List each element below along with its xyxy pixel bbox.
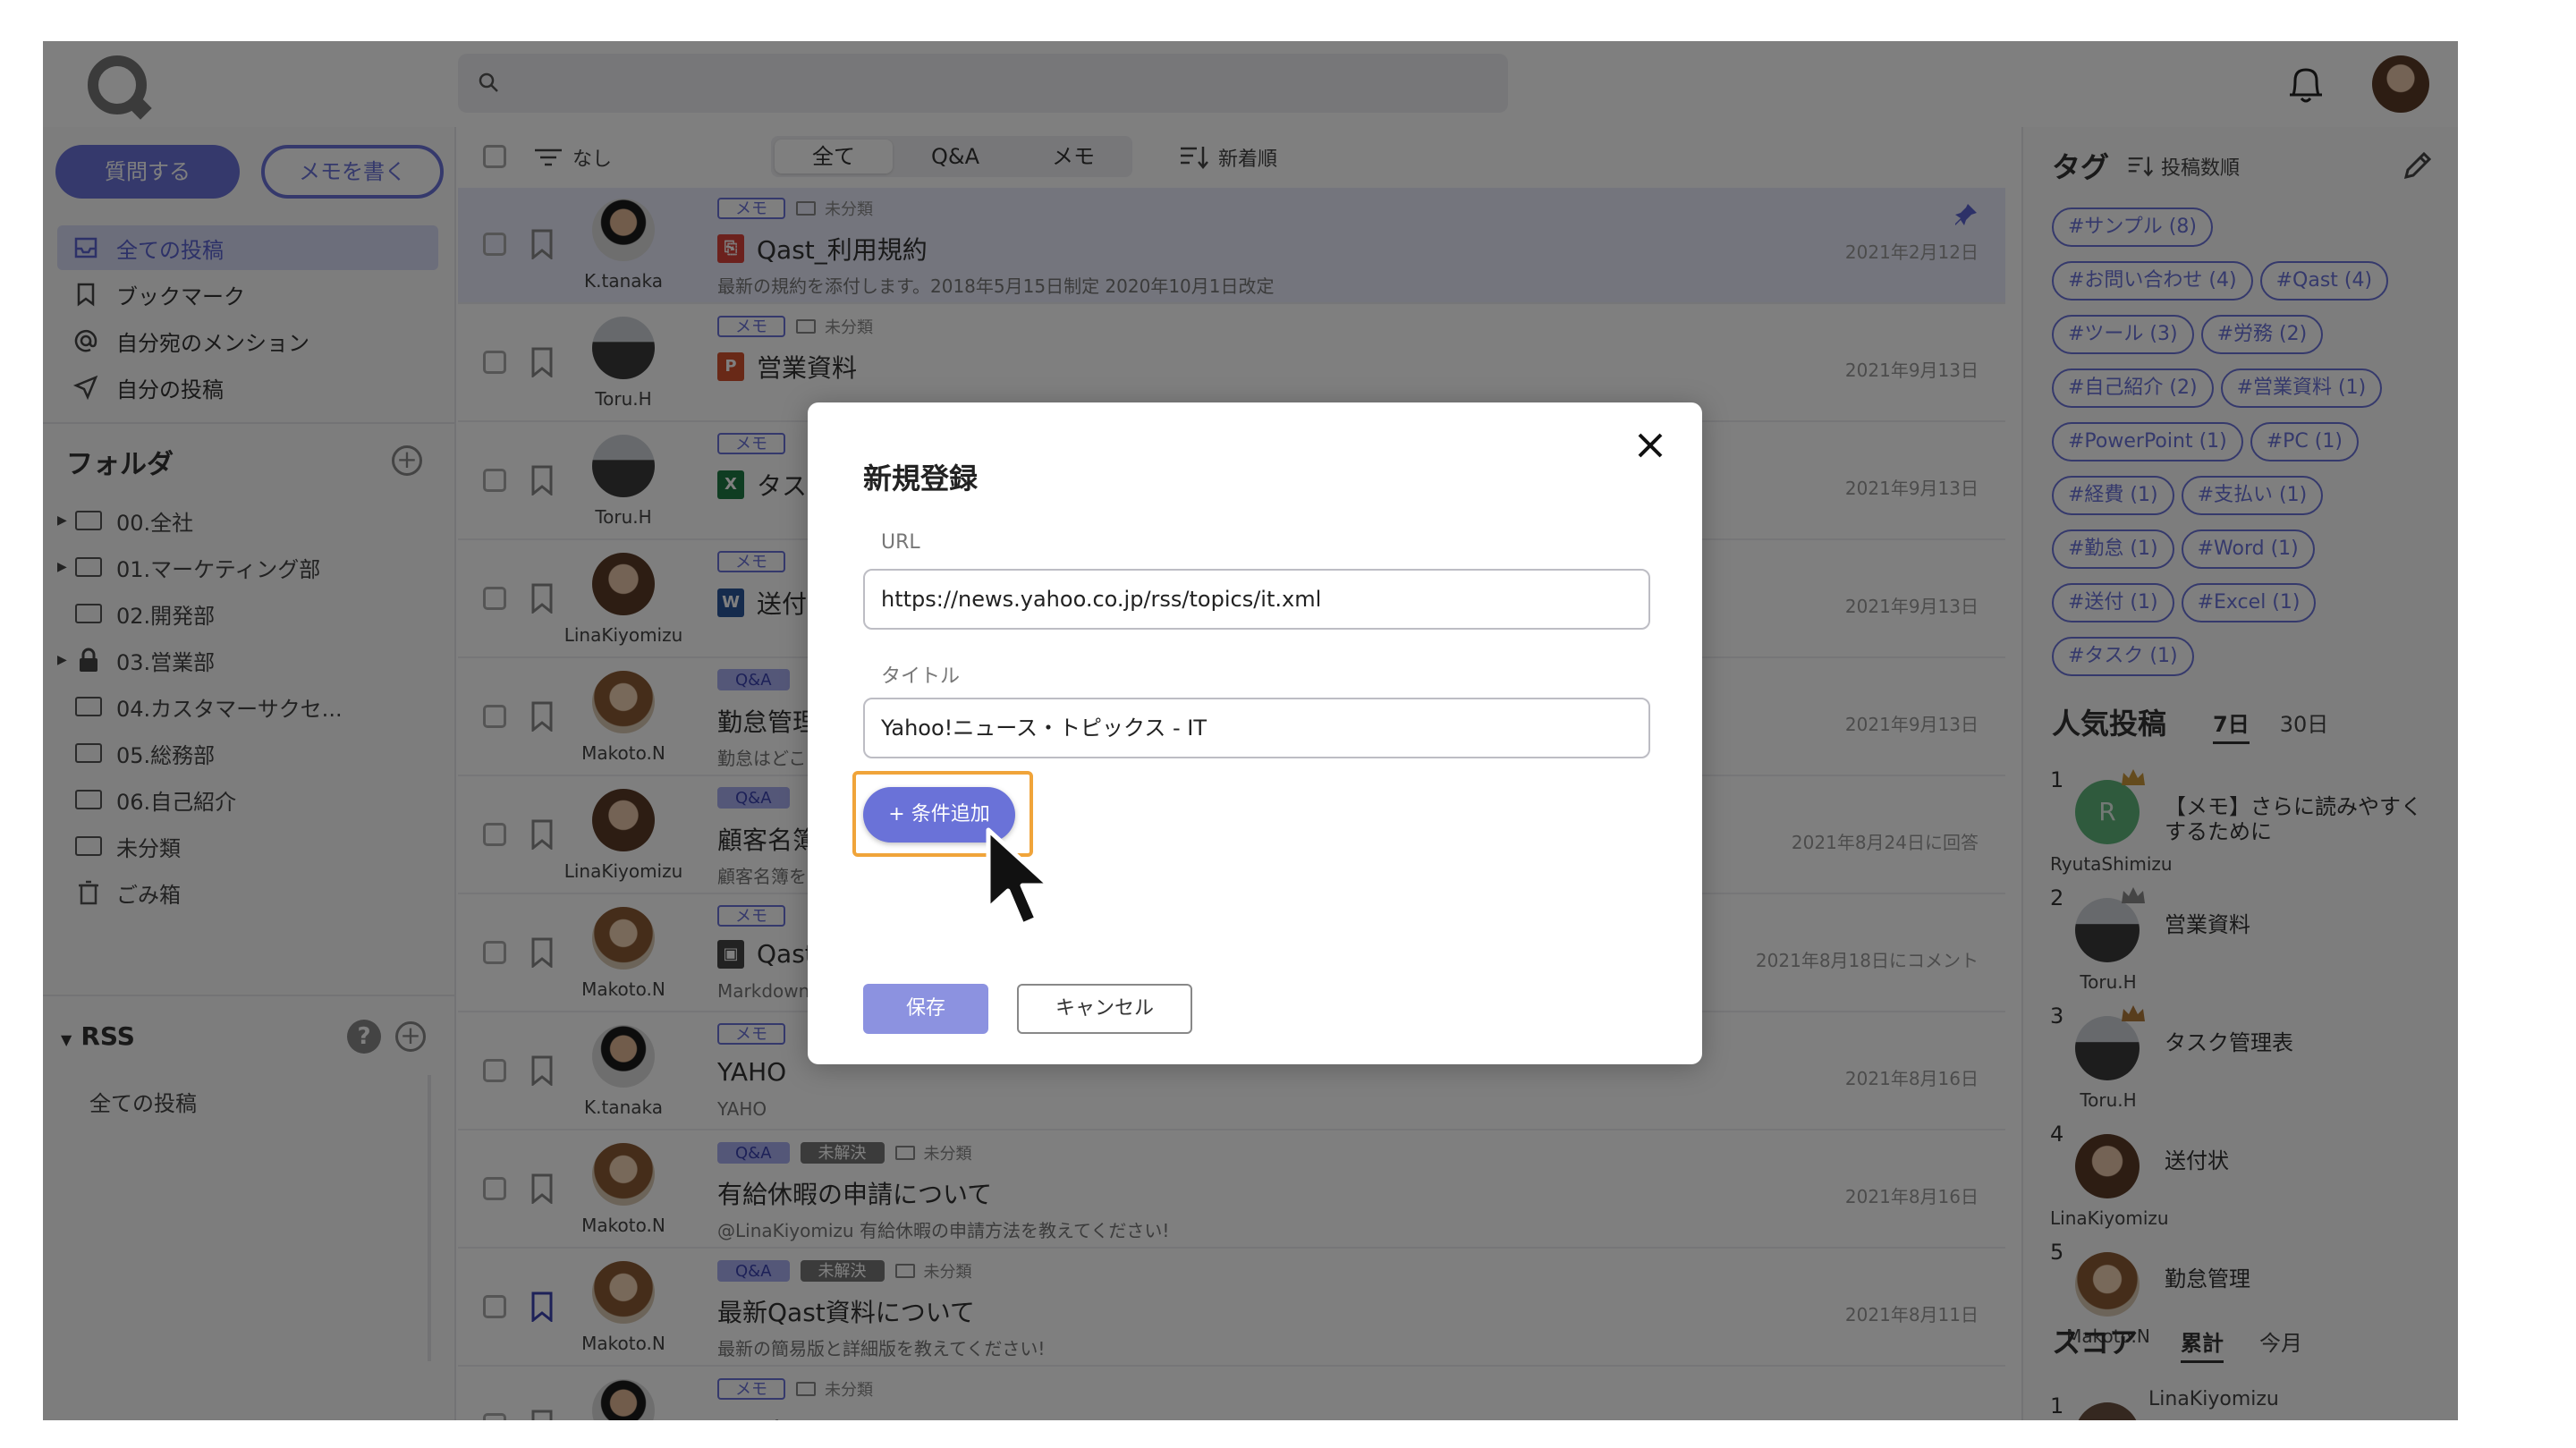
save-button[interactable]: 保存 — [863, 984, 988, 1034]
url-input[interactable]: https://news.yahoo.co.jp/rss/topics/it.x… — [863, 569, 1650, 630]
new-rss-modal: 新規登録 URL https://news.yahoo.co.jp/rss/to… — [808, 402, 1702, 1064]
modal-title: 新規登録 — [863, 461, 979, 495]
title-label: タイトル — [881, 665, 961, 688]
cancel-button[interactable]: キャンセル — [1017, 984, 1192, 1034]
url-label: URL — [881, 531, 920, 554]
close-icon[interactable] — [1631, 426, 1670, 465]
mouse-cursor-icon — [986, 827, 1052, 927]
title-input[interactable]: Yahoo!ニュース・トピックス - IT — [863, 698, 1650, 758]
